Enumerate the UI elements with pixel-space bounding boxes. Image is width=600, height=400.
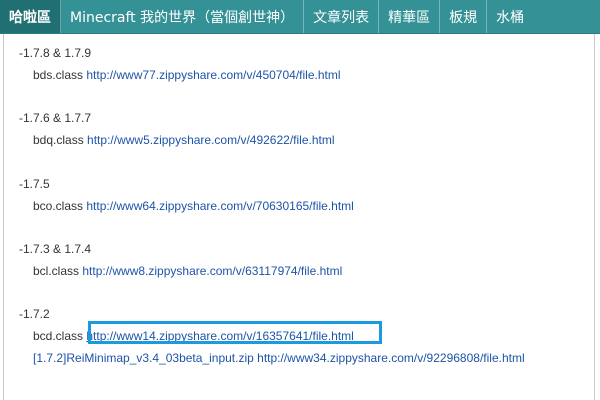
nav-tab-chat-area[interactable]: 哈啦區 — [0, 0, 61, 33]
nav-tab-article-list[interactable]: 文章列表 — [304, 0, 380, 33]
download-link[interactable]: http://www64.zippyshare.com/v/70630165/f… — [86, 199, 353, 213]
class-file-name: bcl.class — [33, 264, 80, 278]
download-link[interactable]: http://www8.zippyshare.com/v/63117974/fi… — [82, 264, 342, 278]
version-label: -1.7.8 & 1.7.9 — [19, 46, 92, 60]
nav-tab-minecraft-board[interactable]: Minecraft 我的世界（當個創世神） — [61, 0, 305, 33]
highlighted-download-link[interactable]: http://www14.zippyshare.com/v/16357641/f… — [86, 329, 353, 343]
forum-navbar: 哈啦區 Minecraft 我的世界（當個創世神） 文章列表 精華區 板規 水桶 — [0, 0, 600, 34]
extra-download-line: [1.7.2]ReiMinimap_v3.4_03beta_input.zip … — [33, 350, 525, 366]
download-line: bcd.class http://www14.zippyshare.com/v/… — [33, 328, 354, 344]
version-label: -1.7.6 & 1.7.7 — [19, 111, 92, 125]
class-file-name: bdq.class — [33, 133, 84, 147]
download-link[interactable]: http://www5.zippyshare.com/v/492622/file… — [87, 133, 334, 147]
class-file-name: bds.class — [33, 68, 84, 82]
version-label: -1.7.3 & 1.7.4 — [19, 242, 92, 256]
download-line: bcl.class http://www8.zippyshare.com/v/6… — [33, 263, 342, 279]
nav-tab-featured[interactable]: 精華區 — [379, 0, 441, 33]
download-line: bco.class http://www64.zippyshare.com/v/… — [33, 198, 354, 214]
nav-tab-board-rules[interactable]: 板規 — [440, 0, 488, 33]
version-label: -1.7.2 — [19, 307, 50, 321]
download-line: bdq.class http://www5.zippyshare.com/v/4… — [33, 132, 335, 148]
version-label: -1.7.5 — [19, 177, 50, 191]
minimap-zip-label-link[interactable]: [1.7.2]ReiMinimap_v3.4_03beta_input.zip — [33, 351, 254, 365]
download-line: bds.class http://www77.zippyshare.com/v/… — [33, 67, 341, 83]
nav-tab-bucket[interactable]: 水桶 — [487, 0, 533, 33]
post-content: -1.7.8 & 1.7.9 bds.class http://www77.zi… — [3, 34, 595, 400]
class-file-name: bco.class — [33, 199, 84, 213]
download-link[interactable]: http://www77.zippyshare.com/v/450704/fil… — [86, 68, 340, 82]
page: 哈啦區 Minecraft 我的世界（當個創世神） 文章列表 精華區 板規 水桶… — [0, 0, 600, 400]
minimap-zip-download-link[interactable]: http://www34.zippyshare.com/v/92296808/f… — [257, 351, 524, 365]
class-file-name: bcd.class — [33, 329, 84, 343]
